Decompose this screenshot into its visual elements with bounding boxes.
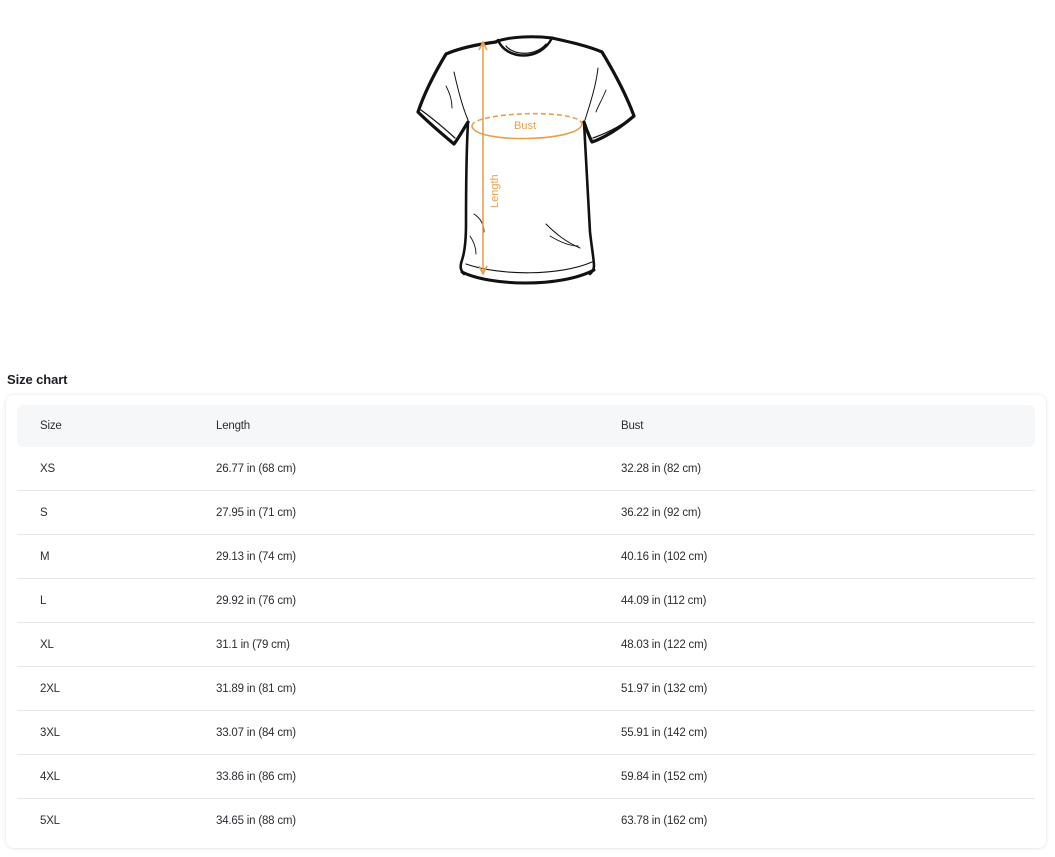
table-row: 5XL 34.65 in (88 cm) 63.78 in (162 cm) [17,799,1035,842]
bust-label: Bust [514,120,536,132]
table-row: 4XL 33.86 in (86 cm) 59.84 in (152 cm) [17,755,1035,799]
size-cell: M [40,550,50,563]
table-row: S 27.95 in (71 cm) 36.22 in (92 cm) [17,491,1035,535]
bust-cell: 36.22 in (92 cm) [621,506,701,519]
size-cell: 5XL [40,814,60,827]
table-row: L 29.92 in (76 cm) 44.09 in (112 cm) [17,579,1035,623]
header-bust: Bust [621,420,644,432]
bust-cell: 48.03 in (122 cm) [621,638,708,651]
length-cell: 33.07 in (84 cm) [216,726,296,739]
size-cell: 3XL [40,726,60,739]
header-length: Length [216,420,250,432]
table-row: M 29.13 in (74 cm) 40.16 in (102 cm) [17,535,1035,579]
table-header: Size Length Bust [17,405,1035,447]
length-measure-line [478,40,488,276]
length-label: Length [489,174,501,208]
size-cell: XL [40,638,54,651]
length-cell: 27.95 in (71 cm) [216,506,296,519]
size-cell: 2XL [40,682,60,695]
size-cell: 4XL [40,770,60,783]
bust-cell: 59.84 in (152 cm) [621,770,708,783]
tshirt-illustration: Bust Length [416,35,636,285]
length-cell: 29.13 in (74 cm) [216,550,296,563]
size-chart-table: Size Length Bust XS 26.77 in (68 cm) 32.… [17,405,1035,842]
bust-cell: 63.78 in (162 cm) [621,814,708,827]
length-cell: 31.89 in (81 cm) [216,682,296,695]
bust-cell: 55.91 in (142 cm) [621,726,708,739]
table-row: XS 26.77 in (68 cm) 32.28 in (82 cm) [17,447,1035,491]
bust-cell: 51.97 in (132 cm) [621,682,708,695]
bust-cell: 40.16 in (102 cm) [621,550,708,563]
header-size: Size [40,420,62,432]
table-row: 3XL 33.07 in (84 cm) 55.91 in (142 cm) [17,711,1035,755]
bust-cell: 32.28 in (82 cm) [621,462,701,475]
size-chart-title: Size chart [7,372,68,387]
length-cell: 29.92 in (76 cm) [216,594,296,607]
size-cell: XS [40,462,55,475]
table-row: XL 31.1 in (79 cm) 48.03 in (122 cm) [17,623,1035,667]
table-row: 2XL 31.89 in (81 cm) 51.97 in (132 cm) [17,667,1035,711]
length-cell: 26.77 in (68 cm) [216,462,296,475]
length-cell: 33.86 in (86 cm) [216,770,296,783]
length-cell: 34.65 in (88 cm) [216,814,296,827]
size-chart-card: Size Length Bust XS 26.77 in (68 cm) 32.… [6,395,1046,848]
length-cell: 31.1 in (79 cm) [216,638,290,651]
tshirt-measurement-diagram: Bust Length [410,28,646,290]
bust-cell: 44.09 in (112 cm) [621,594,707,607]
size-cell: L [40,594,47,607]
size-cell: S [40,506,48,519]
